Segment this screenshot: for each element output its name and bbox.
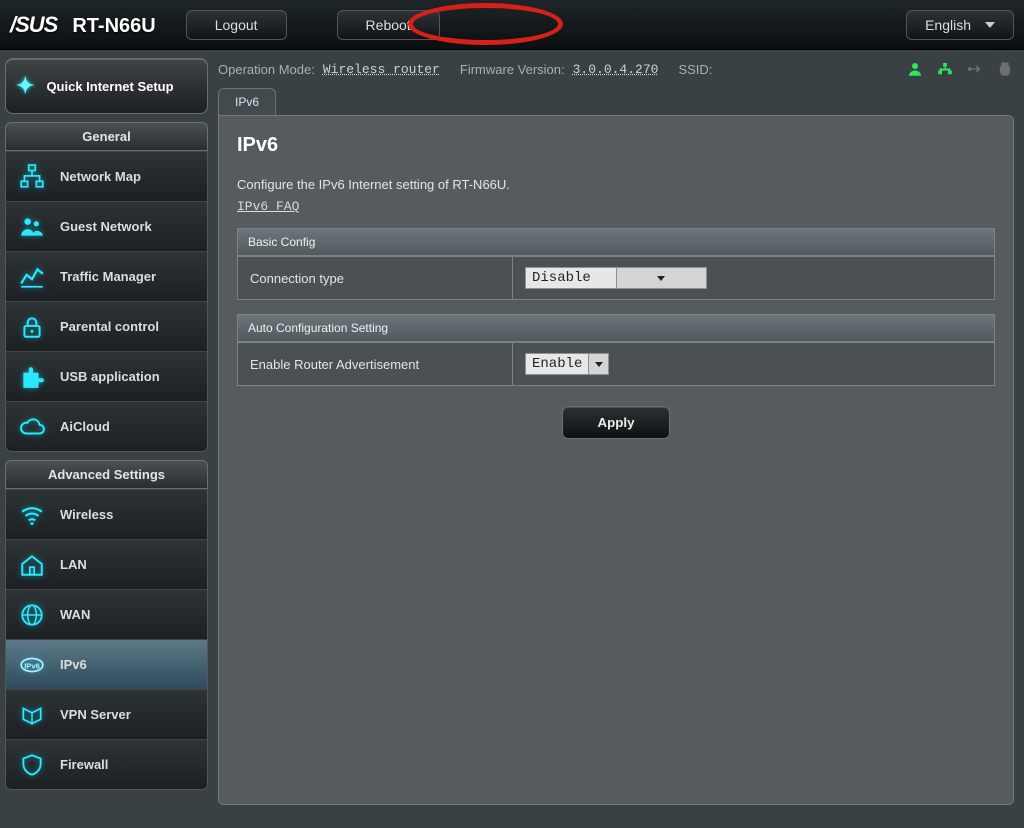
era-value: Enable [526,356,588,372]
sidebar-item-label: Firewall [60,757,108,772]
home-icon [18,552,46,578]
network-status-icon[interactable] [936,60,954,78]
logout-button[interactable]: Logout [186,10,287,40]
op-mode-link[interactable]: Wireless router [323,62,440,77]
usb-status-icon[interactable] [966,60,984,78]
puzzle-icon [18,364,46,390]
language-label: English [925,17,971,33]
wand-icon: ✦ [16,73,34,99]
connection-type-value: Disable [526,270,616,286]
sidebar-item-label: Traffic Manager [60,269,156,284]
sidebar-item-label: USB application [60,369,160,384]
sidebar-item-traffic-manager[interactable]: Traffic Manager [6,251,207,301]
sidebar-item-firewall[interactable]: Firewall [6,739,207,789]
user-status-icon[interactable] [906,60,924,78]
sidebar-item-wan[interactable]: WAN [6,589,207,639]
page-title: IPv6 [237,134,995,157]
general-menu: Network Map Guest Network Traffic Manage… [5,151,208,452]
qis-label: Quick Internet Setup [46,79,173,94]
shield-icon [18,752,46,778]
basic-config-header: Basic Config [237,228,995,256]
status-line: Operation Mode: Wireless router Firmware… [218,60,1014,78]
sidebar-item-label: VPN Server [60,707,131,722]
apply-button[interactable]: Apply [562,406,669,439]
printer-status-icon[interactable] [996,60,1014,78]
ipv6-icon: IPv6 [18,652,46,678]
sidebar-item-guest-network[interactable]: Guest Network [6,201,207,251]
sidebar-item-vpn-server[interactable]: VPN Server [6,689,207,739]
sidebar-item-label: WAN [60,607,90,622]
chevron-down-icon [616,268,707,288]
chevron-down-icon [985,22,995,28]
page-description: Configure the IPv6 Internet setting of R… [237,177,995,192]
era-label: Enable Router Advertisement [238,343,513,386]
router-advertisement-select[interactable]: Enable [525,353,609,375]
fw-label: Firmware Version: [460,62,565,77]
sidebar-item-parental-control[interactable]: Parental control [6,301,207,351]
sidebar-item-lan[interactable]: LAN [6,539,207,589]
general-heading: General [5,122,208,151]
sidebar-item-ipv6[interactable]: IPv6 IPv6 [6,639,207,689]
wifi-icon [18,502,46,528]
vpn-icon [18,702,46,728]
traffic-manager-icon [18,264,46,290]
basic-config-table: Connection type Disable [237,256,995,300]
language-select[interactable]: English [906,10,1014,40]
tab-ipv6[interactable]: IPv6 [218,88,276,115]
advanced-menu: Wireless LAN WAN IPv6 IPv6 VPN Server Fi… [5,489,208,790]
conn-type-label: Connection type [238,257,513,300]
sidebar-item-label: AiCloud [60,419,110,434]
content-area: Operation Mode: Wireless router Firmware… [213,50,1024,815]
guest-network-icon [18,214,46,240]
sidebar: ✦ Quick Internet Setup General Network M… [0,50,213,815]
sidebar-item-label: Wireless [60,507,113,522]
sidebar-item-label: Guest Network [60,219,152,234]
sidebar-item-label: Network Map [60,169,141,184]
sidebar-item-usb-application[interactable]: USB application [6,351,207,401]
ssid-label: SSID: [678,62,712,77]
brand-logo: /SUS [10,12,57,38]
sidebar-item-label: LAN [60,557,87,572]
reboot-button[interactable]: Reboot [337,10,440,40]
network-map-icon [18,164,46,190]
sidebar-item-aicloud[interactable]: AiCloud [6,401,207,451]
cloud-icon [18,414,46,440]
router-model: RT-N66U [72,15,155,38]
settings-panel: IPv6 Configure the IPv6 Internet setting… [218,115,1014,805]
sidebar-item-label: IPv6 [60,657,87,672]
fw-link[interactable]: 3.0.0.4.270 [573,62,659,77]
connection-type-select[interactable]: Disable [525,267,707,289]
auto-config-table: Enable Router Advertisement Enable [237,342,995,386]
chevron-down-icon [588,354,608,374]
op-mode-label: Operation Mode: [218,62,315,77]
lock-icon [18,314,46,340]
sidebar-item-wireless[interactable]: Wireless [6,489,207,539]
sidebar-item-label: Parental control [60,319,159,334]
brand-block: /SUS RT-N66U [10,12,156,38]
globe-icon [18,602,46,628]
topbar: /SUS RT-N66U Logout Reboot English [0,0,1024,50]
ipv6-faq-link[interactable]: IPv6 FAQ [237,199,299,214]
svg-text:IPv6: IPv6 [24,661,40,670]
quick-internet-setup-button[interactable]: ✦ Quick Internet Setup [5,58,208,114]
auto-config-header: Auto Configuration Setting [237,314,995,342]
sidebar-item-network-map[interactable]: Network Map [6,151,207,201]
advanced-heading: Advanced Settings [5,460,208,489]
